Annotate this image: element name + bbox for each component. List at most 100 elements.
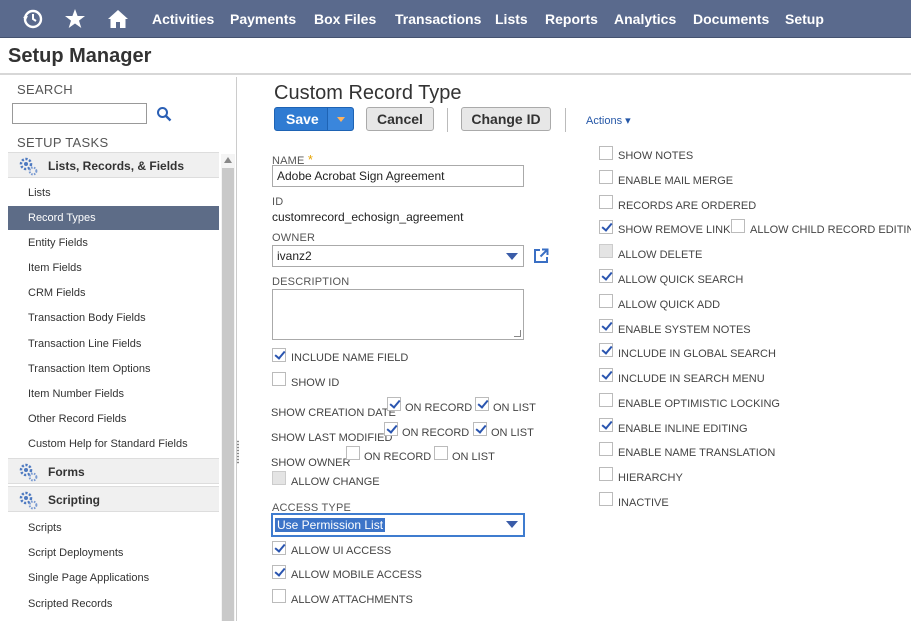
allow-mobile-access-checkbox[interactable] (272, 565, 286, 579)
panel-resize-handle[interactable] (236, 440, 240, 464)
allow-quick-search-label: ALLOW QUICK SEARCH (618, 274, 744, 286)
allow-child-record-editing-label: ALLOW CHILD RECORD EDITING (750, 224, 911, 236)
search-icon[interactable] (156, 106, 172, 122)
nav-reports[interactable]: Reports (545, 11, 598, 27)
save-button-label: Save (286, 111, 319, 127)
owner-on-list-checkbox[interactable] (434, 446, 448, 460)
show-remove-link-checkbox[interactable] (599, 220, 613, 234)
gear-icon (19, 491, 38, 510)
on-record-label: ON RECORD (364, 451, 432, 463)
enable-mail-merge-checkbox[interactable] (599, 170, 613, 184)
allow-mobile-access-label: ALLOW MOBILE ACCESS (291, 569, 422, 581)
owner-label: OWNER (272, 232, 316, 244)
sidebar-item-item-fields[interactable]: Item Fields (8, 256, 219, 280)
enable-name-translation-checkbox[interactable] (599, 442, 613, 456)
sidebar-scrollbar[interactable] (221, 154, 235, 621)
enable-inline-editing-checkbox[interactable] (599, 418, 613, 432)
enable-system-notes-checkbox[interactable] (599, 319, 613, 333)
save-button[interactable]: Save (274, 107, 354, 131)
creation-date-on-list-checkbox[interactable] (475, 397, 489, 411)
sidebar-item-entity-fields[interactable]: Entity Fields (8, 231, 219, 255)
recent-history-icon[interactable] (22, 8, 44, 30)
access-type-select[interactable]: Use Permission List (271, 513, 525, 537)
sidebar-item-scripted-records[interactable]: Scripted Records (8, 592, 219, 616)
sidebar-item-custom-help[interactable]: Custom Help for Standard Fields (8, 432, 219, 456)
form-title: Custom Record Type (274, 82, 462, 104)
gear-icon (19, 157, 38, 176)
include-in-search-menu-checkbox[interactable] (599, 368, 613, 382)
nav-setup[interactable]: Setup (785, 11, 824, 27)
sidebar-search-input[interactable] (12, 103, 147, 124)
group-label: Forms (48, 465, 85, 479)
nav-analytics[interactable]: Analytics (614, 11, 676, 27)
sidebar-item-single-page-applications[interactable]: Single Page Applications (8, 566, 219, 590)
change-id-button[interactable]: Change ID (461, 107, 551, 131)
sidebar-item-crm-fields[interactable]: CRM Fields (8, 281, 219, 305)
allow-quick-add-checkbox[interactable] (599, 294, 613, 308)
hierarchy-checkbox[interactable] (599, 467, 613, 481)
nav-transactions[interactable]: Transactions (395, 11, 481, 27)
show-notes-checkbox[interactable] (599, 146, 613, 160)
sidebar-item-record-types[interactable]: Record Types (8, 206, 219, 230)
include-in-global-search-checkbox[interactable] (599, 343, 613, 357)
sidebar-item-other-record-fields[interactable]: Other Record Fields (8, 407, 219, 431)
allow-attachments-label: ALLOW ATTACHMENTS (291, 594, 413, 606)
name-field[interactable]: Adobe Acrobat Sign Agreement (272, 165, 524, 187)
include-name-field-checkbox[interactable] (272, 348, 286, 362)
open-external-icon[interactable] (533, 248, 549, 264)
owner-on-record-checkbox[interactable] (346, 446, 360, 460)
enable-system-notes-label: ENABLE SYSTEM NOTES (618, 324, 751, 336)
nav-lists[interactable]: Lists (495, 11, 528, 27)
allow-attachments-checkbox[interactable] (272, 589, 286, 603)
records-are-ordered-checkbox[interactable] (599, 195, 613, 209)
cancel-button[interactable]: Cancel (366, 107, 434, 131)
allow-delete-label: ALLOW DELETE (618, 249, 703, 261)
sidebar-item-transaction-item-options[interactable]: Transaction Item Options (8, 357, 219, 381)
sidebar-item-transaction-body-fields[interactable]: Transaction Body Fields (8, 306, 219, 330)
group-forms[interactable]: Forms (8, 458, 219, 484)
sidebar-item-scripts[interactable]: Scripts (8, 516, 219, 540)
sidebar-item-transaction-line-fields[interactable]: Transaction Line Fields (8, 332, 219, 356)
nav-activities[interactable]: Activities (152, 11, 214, 27)
enable-optimistic-locking-checkbox[interactable] (599, 393, 613, 407)
scrollbar-thumb[interactable] (222, 168, 234, 621)
nav-box-files[interactable]: Box Files (314, 11, 376, 27)
nav-payments[interactable]: Payments (230, 11, 296, 27)
show-last-modified-label: SHOW LAST MODIFIED (271, 432, 393, 444)
include-in-global-search-label: INCLUDE IN GLOBAL SEARCH (618, 348, 776, 360)
save-options-dropdown[interactable] (327, 108, 353, 130)
enable-mail-merge-label: ENABLE MAIL MERGE (618, 175, 734, 187)
on-list-label: ON LIST (493, 402, 536, 414)
sidebar-item-lists[interactable]: Lists (8, 181, 219, 205)
sidebar-item-script-deployments[interactable]: Script Deployments (8, 541, 219, 565)
title-divider (0, 73, 911, 75)
enable-inline-editing-label: ENABLE INLINE EDITING (618, 423, 748, 435)
last-modified-on-list-checkbox[interactable] (473, 422, 487, 436)
last-modified-on-record-checkbox[interactable] (384, 422, 398, 436)
inactive-checkbox[interactable] (599, 492, 613, 506)
enable-name-translation-label: ENABLE NAME TRANSLATION (618, 447, 776, 459)
show-id-checkbox[interactable] (272, 372, 286, 386)
resize-grip-icon[interactable] (514, 330, 521, 337)
description-textarea[interactable] (272, 289, 524, 340)
nav-documents[interactable]: Documents (693, 11, 769, 27)
actions-menu[interactable]: Actions ▾ (586, 114, 631, 127)
allow-child-record-editing-checkbox[interactable] (731, 219, 745, 233)
include-name-field-label: INCLUDE NAME FIELD (291, 352, 409, 364)
group-scripting[interactable]: Scripting (8, 486, 219, 512)
owner-select[interactable]: ivanz2 (272, 245, 524, 267)
favorites-star-icon[interactable] (64, 8, 86, 30)
chevron-down-icon[interactable] (506, 521, 518, 528)
group-label: Lists, Records, & Fields (48, 159, 185, 173)
creation-date-on-record-checkbox[interactable] (387, 397, 401, 411)
home-icon[interactable] (107, 8, 129, 30)
allow-ui-access-checkbox[interactable] (272, 541, 286, 555)
group-lists-records-fields[interactable]: Lists, Records, & Fields (8, 152, 219, 178)
on-list-label: ON LIST (491, 427, 534, 439)
sidebar-item-item-number-fields[interactable]: Item Number Fields (8, 382, 219, 406)
allow-ui-access-label: ALLOW UI ACCESS (291, 545, 392, 557)
allow-delete-checkbox (599, 244, 613, 258)
chevron-down-icon[interactable] (506, 253, 518, 260)
scroll-up-arrow-icon[interactable] (224, 157, 232, 163)
allow-quick-search-checkbox[interactable] (599, 269, 613, 283)
